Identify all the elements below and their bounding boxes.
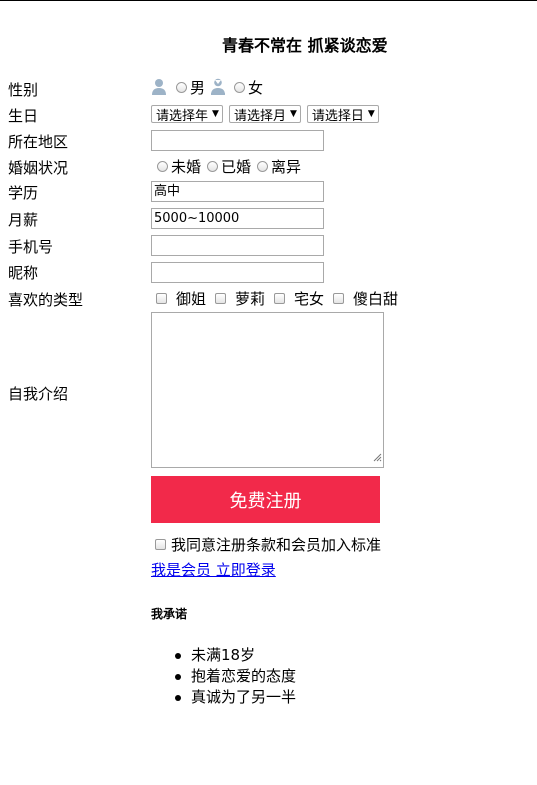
register-button[interactable]: 免费注册 <box>151 476 380 523</box>
resize-grip-icon[interactable] <box>373 448 382 466</box>
salary-input[interactable]: 5000~10000 <box>151 208 324 229</box>
marital-single-label: 未婚 <box>171 157 202 176</box>
birth-day-select[interactable]: 请选择日 ▼ <box>306 105 379 124</box>
type-label-zhainv: 宅女 <box>294 289 325 308</box>
top-border <box>0 0 537 1</box>
marital-married-label: 已婚 <box>221 157 252 176</box>
female-option-label: 女 <box>248 78 264 97</box>
login-link[interactable]: 我是会员 立即登录 <box>151 559 276 580</box>
salary-label: 月薪 <box>8 211 39 229</box>
phone-input[interactable] <box>151 235 324 256</box>
phone-label: 手机号 <box>8 238 54 256</box>
nickname-label: 昵称 <box>8 264 39 282</box>
education-input[interactable]: 高中 <box>151 181 324 202</box>
male-icon <box>151 78 167 96</box>
marital-divorced-radio[interactable] <box>257 160 269 172</box>
female-radio[interactable] <box>234 81 246 93</box>
birth-year-select[interactable]: 请选择年 ▼ <box>151 105 223 124</box>
types-label: 喜欢的类型 <box>8 291 84 309</box>
promise-list: 未满18岁 抱着恋爱的态度 真诚为了另一半 <box>175 645 296 708</box>
type-label-shabaitian: 傻白甜 <box>353 289 399 308</box>
promise-item: 真诚为了另一半 <box>175 687 296 708</box>
region-label: 所在地区 <box>8 133 69 151</box>
marital-label: 婚姻状况 <box>8 159 69 177</box>
type-checkbox-luoli[interactable] <box>215 292 227 304</box>
intro-label: 自我介绍 <box>8 385 69 403</box>
type-label-luoli: 萝莉 <box>235 289 266 308</box>
education-label: 学历 <box>8 184 39 202</box>
male-option-label: 男 <box>190 78 206 97</box>
promise-item: 未满18岁 <box>175 645 296 666</box>
agree-checkbox[interactable] <box>155 539 166 550</box>
region-input[interactable] <box>151 130 324 151</box>
nickname-input[interactable] <box>151 262 324 283</box>
type-checkbox-yujie[interactable] <box>156 292 167 304</box>
intro-textarea[interactable] <box>151 312 384 468</box>
female-icon <box>210 78 226 96</box>
type-label-yujie: 御姐 <box>176 289 207 308</box>
marital-divorced-label: 离异 <box>271 157 302 176</box>
promise-heading: 我承诺 <box>151 607 188 621</box>
male-radio[interactable] <box>176 81 187 93</box>
birthday-label: 生日 <box>8 107 39 125</box>
marital-single-radio[interactable] <box>157 160 168 172</box>
promise-item: 抱着恋爱的态度 <box>175 666 296 687</box>
agree-label: 我同意注册条款和会员加入标准 <box>171 536 382 554</box>
gender-label: 性别 <box>8 81 39 99</box>
page-title: 青春不常在 抓紧谈恋爱 <box>222 36 388 55</box>
birth-month-select[interactable]: 请选择月 ▼ <box>228 105 301 124</box>
type-checkbox-shabaitian[interactable] <box>333 292 345 304</box>
marital-married-radio[interactable] <box>207 160 219 172</box>
type-checkbox-zhainv[interactable] <box>274 292 286 304</box>
